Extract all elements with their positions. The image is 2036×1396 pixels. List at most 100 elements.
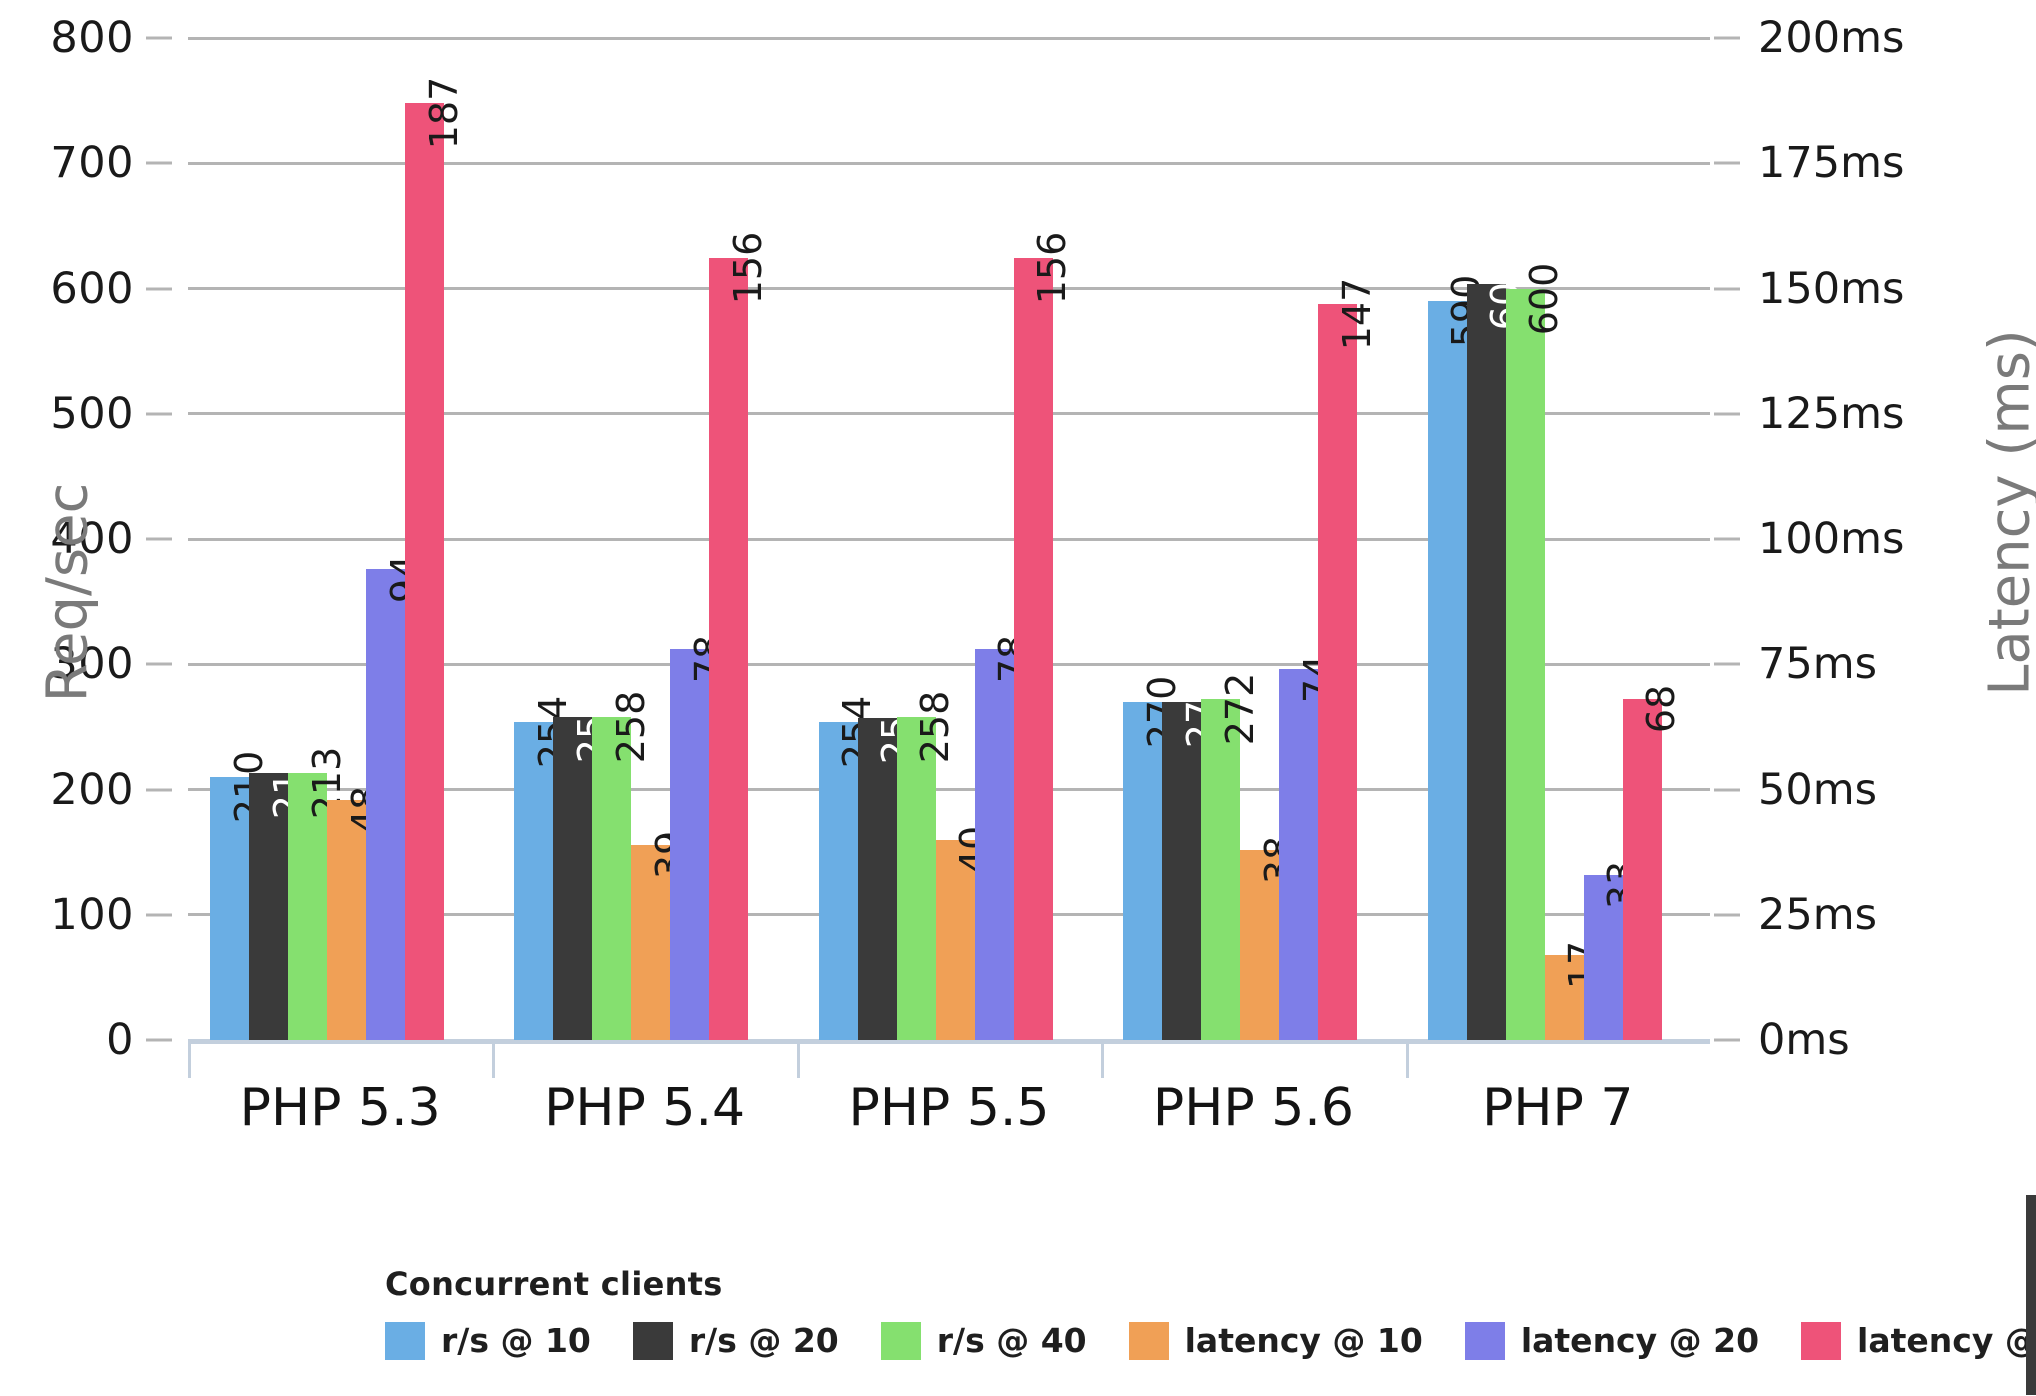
right-tick-mark bbox=[1714, 161, 1740, 165]
bar[interactable]: 33 bbox=[1583, 860, 1644, 1040]
bar[interactable]: 38 bbox=[1240, 835, 1301, 1040]
bar[interactable]: 210 bbox=[210, 751, 271, 1040]
left-tick-label: 600 bbox=[50, 263, 134, 314]
bar[interactable]: 590 bbox=[1427, 275, 1488, 1040]
x-axis: PHP 5.3 PHP 5.4 PHP 5.5 PHP 5.6 PHP 7 bbox=[188, 1040, 1710, 1170]
right-tick-label: 200ms bbox=[1758, 13, 1905, 63]
x-category-label: PHP 5.3 bbox=[239, 1078, 441, 1138]
legend-item[interactable]: r/s @ 40 bbox=[880, 1321, 1087, 1360]
legend-item[interactable]: r/s @ 10 bbox=[385, 1321, 591, 1360]
right-tick-mark bbox=[1714, 913, 1740, 917]
right-tick-mark bbox=[1714, 36, 1740, 40]
x-axis-separator bbox=[1101, 1040, 1105, 1078]
right-tick-label: 125ms bbox=[1758, 388, 1905, 439]
left-tick-mark bbox=[146, 1038, 172, 1042]
right-tick-mark bbox=[1714, 1038, 1740, 1042]
legend-swatch bbox=[385, 1321, 425, 1360]
bar[interactable]: 48 bbox=[327, 785, 388, 1040]
bar[interactable]: 272 bbox=[1201, 673, 1262, 1040]
x-category-label: PHP 5.5 bbox=[848, 1078, 1050, 1138]
left-axis-title: Req/sec bbox=[35, 482, 101, 703]
right-tick-label: 175ms bbox=[1758, 138, 1905, 189]
bar-value-label: 258 bbox=[608, 690, 653, 764]
bar[interactable]: 213 bbox=[249, 747, 310, 1040]
bar[interactable]: 270 bbox=[1162, 676, 1223, 1040]
legend-label: r/s @ 40 bbox=[936, 1321, 1087, 1360]
right-tick-label: 0ms bbox=[1758, 1015, 1850, 1065]
bar[interactable]: 258 bbox=[553, 691, 614, 1040]
bar-value-label: 156 bbox=[1030, 232, 1075, 305]
bar[interactable]: 254 bbox=[514, 696, 575, 1040]
x-category-label: PHP 5.6 bbox=[1152, 1078, 1354, 1138]
x-category-label: PHP 5.4 bbox=[544, 1078, 746, 1138]
left-tick-mark bbox=[146, 412, 172, 416]
legend-swatch bbox=[1128, 1321, 1169, 1360]
bar[interactable]: 40 bbox=[935, 825, 996, 1040]
bar[interactable]: 600 bbox=[1505, 262, 1566, 1040]
bar-value-label: 147 bbox=[1334, 277, 1379, 350]
bar[interactable]: 147 bbox=[1318, 277, 1379, 1040]
right-tick-label: 25ms bbox=[1758, 889, 1878, 940]
left-tick-mark bbox=[146, 36, 172, 40]
bar-group: 254257258 4078 156 bbox=[797, 38, 1101, 1040]
x-axis-separator bbox=[188, 1040, 191, 1078]
bar[interactable]: 257 bbox=[857, 692, 918, 1040]
bar-value-label: 600 bbox=[1522, 262, 1567, 335]
bar[interactable]: 604 bbox=[1466, 257, 1527, 1040]
right-tick-mark bbox=[1714, 412, 1740, 416]
left-tick-label: 800 bbox=[50, 13, 134, 63]
bar[interactable]: 78 bbox=[974, 635, 1035, 1040]
x-axis-line bbox=[188, 1040, 1710, 1044]
bar[interactable]: 213 bbox=[288, 747, 349, 1040]
bar[interactable]: 74 bbox=[1279, 655, 1340, 1040]
x-axis-separator bbox=[492, 1040, 496, 1078]
x-category-label: PHP 7 bbox=[1482, 1078, 1634, 1138]
right-tick-label: 100ms bbox=[1758, 514, 1905, 564]
left-tick-mark bbox=[146, 537, 172, 541]
legend-label: latency @ 10 bbox=[1184, 1321, 1423, 1360]
legend-swatch bbox=[632, 1321, 673, 1360]
right-tick-mark bbox=[1714, 788, 1740, 791]
bar[interactable]: 39 bbox=[631, 830, 692, 1040]
bar[interactable]: 68 bbox=[1622, 685, 1683, 1040]
legend-item[interactable]: latency @ 40 bbox=[1801, 1321, 2036, 1360]
legend-label: r/s @ 10 bbox=[441, 1321, 591, 1360]
bar-group: 2102132134894187 bbox=[188, 38, 492, 1040]
bar[interactable]: 156 bbox=[1013, 232, 1074, 1040]
legend-swatch bbox=[880, 1321, 921, 1360]
bar[interactable]: 94 bbox=[366, 555, 427, 1040]
left-tick-label: 500 bbox=[50, 388, 134, 439]
right-tick-mark bbox=[1714, 287, 1740, 290]
legend-swatch bbox=[1801, 1321, 1842, 1360]
bar-value-label: 68 bbox=[1639, 685, 1684, 734]
bar-value-label: 258 bbox=[913, 690, 958, 764]
bar[interactable]: 78 bbox=[670, 635, 731, 1040]
left-tick-label: 100 bbox=[50, 889, 134, 940]
bar[interactable]: 254 bbox=[818, 696, 879, 1040]
legend-label: latency @ 40 bbox=[1857, 1321, 2036, 1360]
bar[interactable]: 156 bbox=[709, 232, 770, 1040]
x-axis-separator bbox=[796, 1040, 800, 1078]
right-tick-mark bbox=[1714, 662, 1740, 666]
left-tick-mark bbox=[146, 788, 172, 791]
bar[interactable]: 258 bbox=[896, 691, 957, 1040]
left-tick-mark bbox=[146, 913, 172, 917]
bar-chart: 0100200300400500600700800 Req/sec 210213… bbox=[0, 0, 2036, 1396]
right-tick-label: 150ms bbox=[1758, 263, 1905, 314]
plot-area: 2102132134894187254258258397815625425725… bbox=[188, 36, 1710, 1043]
legend-item[interactable]: r/s @ 20 bbox=[632, 1321, 839, 1360]
legend-item[interactable]: latency @ 20 bbox=[1464, 1321, 1759, 1360]
bar-group: 2702702723874147 bbox=[1101, 38, 1405, 1040]
legend: Concurrent clients r/s @ 10 r/s @ 20 r/s @… bbox=[385, 1265, 2036, 1375]
legend-title: Concurrent clients bbox=[385, 1265, 723, 1303]
bar[interactable]: 270 bbox=[1123, 676, 1184, 1040]
bar[interactable]: 258 bbox=[592, 691, 653, 1040]
x-axis-separator bbox=[1405, 1040, 1409, 1078]
bar[interactable]: 187 bbox=[405, 77, 466, 1040]
bar-value-label: 156 bbox=[725, 232, 770, 305]
right-tick-label: 50ms bbox=[1758, 764, 1878, 815]
bar[interactable]: 17 bbox=[1544, 941, 1605, 1040]
legend-item[interactable]: latency @ 10 bbox=[1128, 1321, 1423, 1360]
left-tick-label: 200 bbox=[50, 764, 134, 815]
bar-group: 2542582583978156 bbox=[492, 38, 796, 1040]
